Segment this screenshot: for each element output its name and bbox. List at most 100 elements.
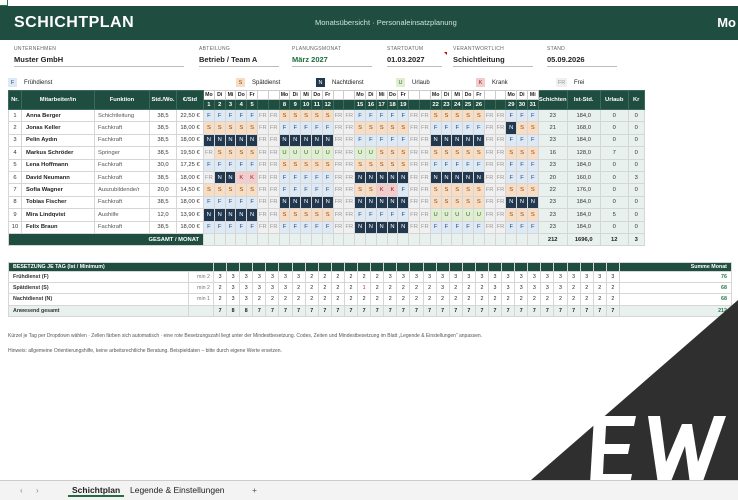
shift-cell[interactable]: S	[440, 195, 453, 210]
shift-cell[interactable]: S	[397, 121, 410, 135]
shift-cell[interactable]: N	[278, 195, 291, 210]
shift-cell[interactable]: S	[354, 121, 366, 135]
shift-cell[interactable]: FR	[418, 146, 431, 160]
shift-cell[interactable]: S	[505, 183, 518, 197]
shift-cell[interactable]: FR	[483, 183, 496, 197]
shift-cell[interactable]: S	[516, 183, 528, 197]
shift-cell[interactable]: FR	[418, 108, 431, 123]
hourly-rate[interactable]: 18,00 €	[176, 220, 204, 234]
shift-cell[interactable]: FR	[332, 208, 345, 222]
shift-cell[interactable]: N	[375, 220, 388, 234]
shift-cell[interactable]: FR	[494, 208, 507, 222]
shift-cell[interactable]: S	[505, 146, 518, 160]
shift-cell[interactable]: F	[397, 133, 410, 148]
shift-cell[interactable]: U	[429, 208, 442, 222]
shift-cell[interactable]: FR	[418, 121, 431, 135]
weekly-hours[interactable]: 38,5	[149, 220, 177, 234]
shift-cell[interactable]: FR	[256, 121, 269, 135]
shift-cell[interactable]: FR	[332, 195, 345, 210]
shift-cell[interactable]: N	[321, 195, 334, 210]
shift-cell[interactable]: S	[213, 146, 226, 160]
shift-cell[interactable]: N	[375, 195, 388, 210]
shift-cell[interactable]: FR	[267, 108, 280, 123]
shift-cell[interactable]: F	[397, 108, 410, 123]
shift-cell[interactable]: N	[505, 195, 518, 210]
tab-schichtplan[interactable]: Schichtplan	[68, 485, 125, 497]
shift-cell[interactable]: F	[235, 220, 248, 234]
shift-cell[interactable]: S	[246, 121, 258, 135]
shift-cell[interactable]: F	[451, 158, 464, 172]
add-sheet-button[interactable]: +	[248, 485, 261, 495]
shift-cell[interactable]: F	[289, 220, 302, 234]
shift-cell[interactable]: S	[321, 158, 334, 172]
shift-cell[interactable]: F	[203, 220, 215, 234]
shift-cell[interactable]: F	[278, 121, 291, 135]
shift-cell[interactable]: F	[516, 133, 528, 148]
shift-cell[interactable]: F	[505, 158, 518, 172]
shift-cell[interactable]: FR	[418, 220, 431, 234]
shift-cell[interactable]: F	[310, 121, 323, 135]
shift-cell[interactable]: S	[429, 146, 442, 160]
shift-cell[interactable]: FR	[494, 183, 507, 197]
shift-cell[interactable]: F	[289, 183, 302, 197]
shift-cell[interactable]: N	[397, 195, 410, 210]
shift-cell[interactable]: N	[364, 220, 377, 234]
shift-cell[interactable]: N	[213, 208, 226, 222]
employee-name[interactable]: Felix Braun	[21, 220, 95, 234]
shift-cell[interactable]: FR	[256, 108, 269, 123]
employee-function[interactable]: Auszubildende/r	[94, 183, 150, 197]
shift-cell[interactable]: F	[235, 108, 248, 123]
shift-cell[interactable]: FR	[408, 158, 420, 172]
shift-cell[interactable]: S	[516, 146, 528, 160]
shift-cell[interactable]: FR	[408, 133, 420, 148]
shift-cell[interactable]: F	[397, 208, 410, 222]
hourly-rate[interactable]: 18,00 €	[176, 170, 204, 185]
shift-cell[interactable]: N	[224, 133, 237, 148]
shift-cell[interactable]: F	[462, 158, 474, 172]
shift-cell[interactable]: U	[440, 208, 453, 222]
hourly-rate[interactable]: 17,25 €	[176, 158, 204, 172]
shift-cell[interactable]: FR	[494, 195, 507, 210]
shift-cell[interactable]: FR	[332, 146, 345, 160]
shift-cell[interactable]: FR	[408, 108, 420, 123]
shift-cell[interactable]: F	[246, 158, 258, 172]
shift-cell[interactable]: S	[526, 208, 539, 222]
shift-cell[interactable]: S	[289, 108, 302, 123]
shift-cell[interactable]: F	[310, 183, 323, 197]
shift-cell[interactable]: S	[203, 183, 215, 197]
shift-cell[interactable]: F	[224, 195, 237, 210]
shift-cell[interactable]: F	[246, 195, 258, 210]
shift-cell[interactable]: F	[505, 108, 518, 123]
shift-cell[interactable]: S	[235, 146, 248, 160]
weekly-hours[interactable]: 38,5	[149, 195, 177, 210]
employee-name[interactable]: Markus Schröder	[21, 146, 95, 160]
hourly-rate[interactable]: 18,00 €	[176, 195, 204, 210]
hourly-rate[interactable]: 18,00 €	[176, 121, 204, 135]
shift-cell[interactable]: FR	[256, 133, 269, 148]
meta-status-date[interactable]: STAND 05.09.2026	[547, 46, 617, 68]
shift-cell[interactable]: S	[397, 146, 410, 160]
employee-function[interactable]: Schichtleitung	[94, 108, 150, 123]
shift-cell[interactable]: FR	[494, 108, 507, 123]
shift-cell[interactable]: FR	[418, 208, 431, 222]
shift-cell[interactable]: F	[472, 220, 485, 234]
shift-cell[interactable]: N	[397, 220, 410, 234]
shift-cell[interactable]: FR	[256, 170, 269, 185]
shift-cell[interactable]: FR	[267, 195, 280, 210]
shift-cell[interactable]: F	[321, 220, 334, 234]
shift-cell[interactable]: S	[310, 158, 323, 172]
shift-cell[interactable]: FR	[483, 133, 496, 148]
shift-cell[interactable]: FR	[343, 183, 356, 197]
shift-cell[interactable]: FR	[408, 208, 420, 222]
shift-cell[interactable]: FR	[408, 220, 420, 234]
shift-cell[interactable]: S	[321, 108, 334, 123]
shift-cell[interactable]: S	[397, 158, 410, 172]
shift-cell[interactable]: U	[472, 208, 485, 222]
shift-cell[interactable]: FR	[343, 121, 356, 135]
shift-cell[interactable]: S	[246, 146, 258, 160]
shift-cell[interactable]: S	[516, 121, 528, 135]
shift-cell[interactable]: F	[246, 220, 258, 234]
shift-cell[interactable]: U	[451, 208, 464, 222]
shift-cell[interactable]: N	[321, 133, 334, 148]
hourly-rate[interactable]: 14,50 €	[176, 183, 204, 197]
